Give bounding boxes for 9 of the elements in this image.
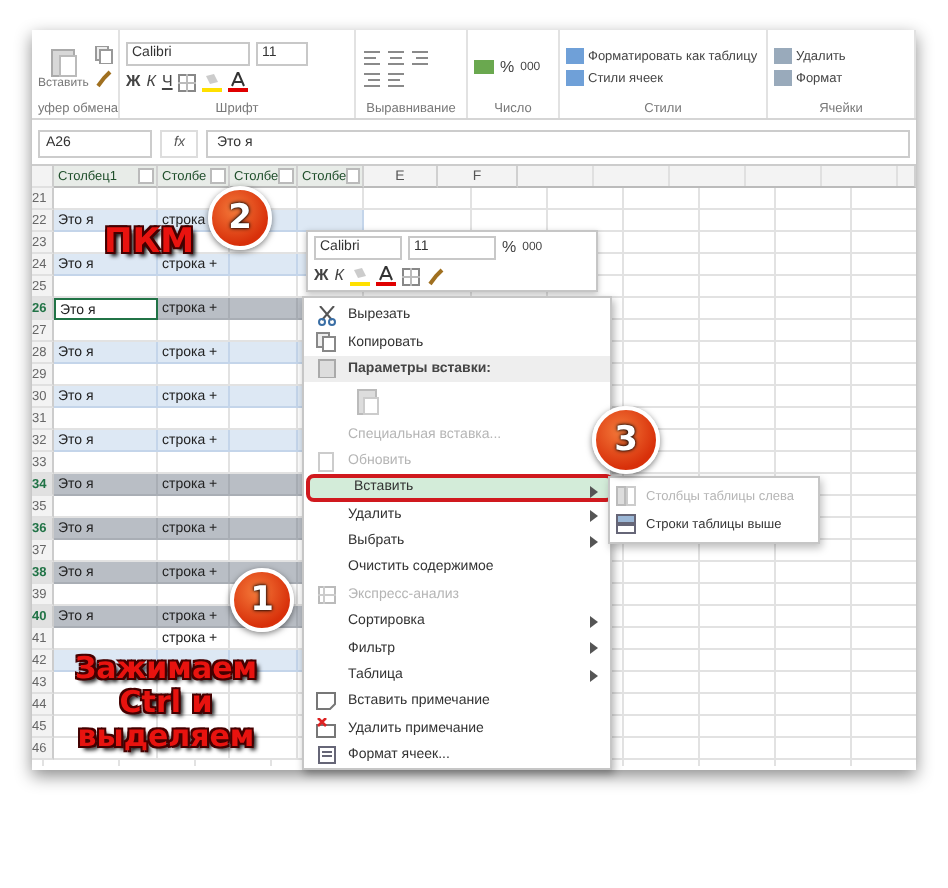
percent-button[interactable]: %: [500, 57, 515, 77]
annotation-caption: ПКМ: [104, 226, 195, 260]
bold-button[interactable]: Ж: [126, 72, 141, 92]
bold-button[interactable]: Ж: [314, 266, 329, 286]
underline-button[interactable]: Ч: [161, 72, 173, 92]
italic-button[interactable]: К: [334, 266, 344, 286]
italic-button[interactable]: К: [146, 72, 156, 92]
percent-button[interactable]: %: [502, 238, 517, 258]
annotation-caption: Зажимаем Ctrl и выделяем: [72, 652, 260, 754]
